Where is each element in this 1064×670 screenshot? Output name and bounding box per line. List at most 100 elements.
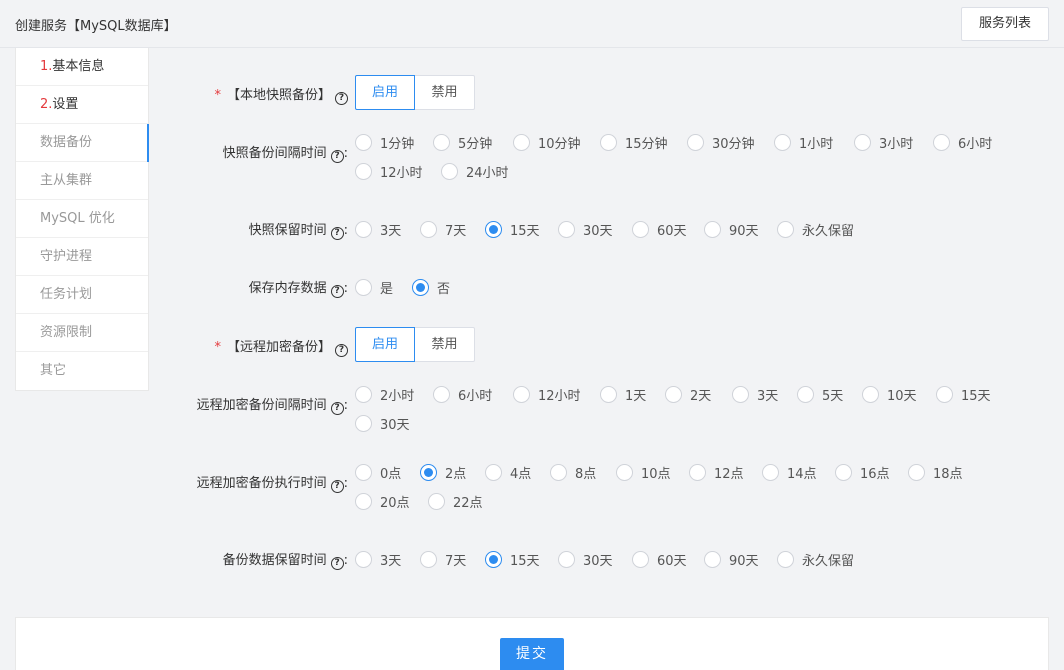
- radio-option-label: 5分钟: [458, 137, 493, 152]
- radio-option[interactable]: 15天: [485, 550, 540, 569]
- radio-circle-icon: [600, 134, 617, 151]
- radio-option[interactable]: 15分钟: [600, 133, 668, 152]
- radio-option-label: 12点: [714, 467, 744, 482]
- radio-option-label: 10分钟: [538, 137, 581, 152]
- step-number: 1.: [40, 59, 53, 74]
- radio-circle-icon: [355, 386, 372, 403]
- field-label: 快照备份间隔时间: [222, 146, 327, 161]
- radio-option[interactable]: 1小时: [774, 133, 833, 152]
- radio-option-label: 1天: [625, 389, 647, 404]
- radio-option[interactable]: 12小时: [513, 385, 581, 404]
- help-icon[interactable]: ?: [335, 344, 348, 357]
- help-icon[interactable]: ?: [330, 402, 344, 415]
- radio-option[interactable]: 20点: [355, 492, 410, 511]
- submit-button[interactable]: 提交: [500, 638, 564, 670]
- radio-option[interactable]: 22点: [428, 492, 483, 511]
- radio-option[interactable]: 永久保留: [777, 550, 854, 569]
- radio-option[interactable]: 60天: [632, 550, 687, 569]
- sidebar-item-label: 主从集群: [40, 173, 93, 188]
- radio-circle-icon: [936, 386, 953, 403]
- radio-option[interactable]: 3天: [355, 220, 401, 239]
- radio-circle-icon: [704, 551, 721, 568]
- help-icon[interactable]: ?: [330, 480, 344, 493]
- radio-circle-icon: [665, 386, 682, 403]
- radio-circle-icon: [762, 464, 779, 481]
- radio-option[interactable]: 10天: [862, 385, 917, 404]
- sidebar-item-daemon[interactable]: 守护进程: [16, 238, 148, 276]
- radio-option[interactable]: 3小时: [854, 133, 913, 152]
- backup-retention-label-row: 备份数据保留时间?:: [0, 549, 348, 570]
- radio-circle-icon: [854, 134, 871, 151]
- radio-option[interactable]: 5天: [797, 385, 843, 404]
- radio-option[interactable]: 16点: [835, 463, 890, 482]
- radio-option-label: 3天: [380, 224, 402, 239]
- radio-option[interactable]: 4点: [485, 463, 531, 482]
- radio-option[interactable]: 6小时: [933, 133, 992, 152]
- remote-backup-enable-button[interactable]: 启用: [355, 327, 415, 362]
- radio-circle-icon: [777, 551, 794, 568]
- radio-option[interactable]: 2点: [420, 463, 466, 482]
- radio-option[interactable]: 30天: [558, 220, 613, 239]
- sidebar-item-label: 守护进程: [40, 249, 93, 264]
- radio-option-label: 3天: [757, 389, 779, 404]
- local-snapshot-enable-button[interactable]: 启用: [355, 75, 415, 110]
- remote-backup-disable-button[interactable]: 禁用: [415, 327, 475, 362]
- radio-option[interactable]: 6小时: [433, 385, 492, 404]
- radio-option[interactable]: 否: [412, 278, 450, 297]
- radio-option[interactable]: 3天: [732, 385, 778, 404]
- local-snapshot-disable-button[interactable]: 禁用: [415, 75, 475, 110]
- radio-option-label: 1小时: [799, 137, 834, 152]
- radio-option[interactable]: 24小时: [441, 162, 509, 181]
- top-bar: 创建服务【MySQL数据库】 服务列表: [0, 0, 1064, 48]
- radio-option[interactable]: 12点: [689, 463, 744, 482]
- radio-option-label: 3小时: [879, 137, 914, 152]
- radio-option[interactable]: 1天: [600, 385, 646, 404]
- radio-option[interactable]: 2小时: [355, 385, 414, 404]
- remote-backup-label: * 【远程加密备份】?: [214, 336, 348, 357]
- radio-option[interactable]: 7天: [420, 220, 466, 239]
- radio-option[interactable]: 30分钟: [687, 133, 755, 152]
- radio-option[interactable]: 永久保留: [777, 220, 854, 239]
- help-icon[interactable]: ?: [330, 285, 344, 298]
- radio-option[interactable]: 30天: [355, 414, 410, 433]
- radio-option[interactable]: 90天: [704, 220, 759, 239]
- service-list-button[interactable]: 服务列表: [961, 7, 1049, 41]
- colon: :: [343, 146, 348, 161]
- radio-option[interactable]: 18点: [908, 463, 963, 482]
- radio-option-label: 30分钟: [712, 137, 755, 152]
- radio-circle-icon: [632, 551, 649, 568]
- radio-option[interactable]: 60天: [632, 220, 687, 239]
- radio-circle-icon: [355, 134, 372, 151]
- help-icon[interactable]: ?: [335, 92, 348, 105]
- radio-option[interactable]: 10点: [616, 463, 671, 482]
- help-icon[interactable]: ?: [330, 227, 344, 240]
- radio-option-label: 永久保留: [802, 554, 855, 569]
- radio-option-label: 30天: [583, 224, 613, 239]
- radio-option[interactable]: 90天: [704, 550, 759, 569]
- radio-option[interactable]: 15天: [485, 220, 540, 239]
- snapshot-interval-label-row: 快照备份间隔时间?:: [0, 142, 348, 163]
- radio-option[interactable]: 15天: [936, 385, 991, 404]
- local-snapshot-label: * 【本地快照备份】?: [214, 84, 348, 105]
- radio-option[interactable]: 8点: [550, 463, 596, 482]
- radio-option-label: 4点: [510, 467, 532, 482]
- radio-option[interactable]: 14点: [762, 463, 817, 482]
- radio-option[interactable]: 5分钟: [433, 133, 492, 152]
- radio-option[interactable]: 3天: [355, 550, 401, 569]
- radio-option[interactable]: 1分钟: [355, 133, 414, 152]
- sidebar-item-basic-info[interactable]: 1.基本信息: [16, 48, 148, 86]
- sidebar-item-master-slave[interactable]: 主从集群: [16, 162, 148, 200]
- radio-circle-icon: [355, 493, 372, 510]
- radio-option[interactable]: 7天: [420, 550, 466, 569]
- radio-option[interactable]: 2天: [665, 385, 711, 404]
- radio-option[interactable]: 12小时: [355, 162, 423, 181]
- radio-option[interactable]: 30天: [558, 550, 613, 569]
- radio-option[interactable]: 0点: [355, 463, 401, 482]
- radio-option-label: 2小时: [380, 389, 415, 404]
- radio-circle-icon: [777, 221, 794, 238]
- radio-option[interactable]: 10分钟: [513, 133, 581, 152]
- help-icon[interactable]: ?: [330, 557, 344, 570]
- radio-option[interactable]: 是: [355, 278, 393, 297]
- help-icon[interactable]: ?: [330, 150, 344, 163]
- sidebar-item-others[interactable]: 其它: [16, 352, 148, 390]
